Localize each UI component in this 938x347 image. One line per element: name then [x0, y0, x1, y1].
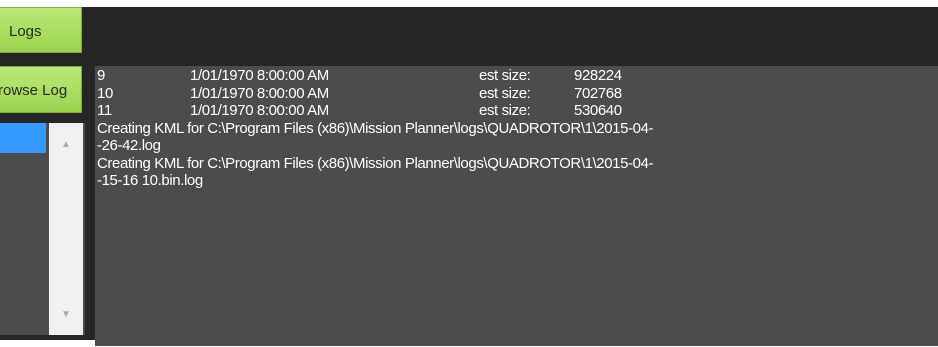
log-entry-id: 10: [97, 84, 113, 102]
logs-button[interactable]: Logs: [0, 7, 82, 53]
log-entry-date: 1/01/1970 8:00:00 AM: [190, 84, 329, 102]
log-entry: 9 1/01/1970 8:00:00 AM est size: 928224: [97, 67, 653, 85]
list-items-area[interactable]: [0, 155, 46, 333]
list-scrollbar[interactable]: ▲ ▼: [49, 123, 83, 335]
log-entry-size-label: est size:: [479, 67, 531, 84]
log-output-textbox[interactable]: 9 1/01/1970 8:00:00 AM est size: 928224 …: [95, 66, 938, 346]
log-entry-id: 9: [97, 67, 105, 84]
scroll-down-arrow-icon[interactable]: ▼: [49, 303, 83, 327]
log-entry-size-label: est size:: [479, 84, 531, 102]
log-message-line: Creating KML for C:\Program Files (x86)\…: [97, 154, 654, 172]
log-entry-size-label: est size:: [479, 102, 531, 119]
browse-log-button[interactable]: Browse Log: [0, 66, 82, 113]
log-message-line: -15-16 10.bin.log: [97, 172, 203, 189]
log-output-text: 9 1/01/1970 8:00:00 AM est size: 928224 …: [97, 67, 654, 190]
log-entry-size: 928224: [574, 67, 622, 84]
top-toolbar: [0, 7, 938, 59]
log-entry-size: 530640: [574, 102, 622, 119]
log-message-line: -26-42.log: [97, 137, 161, 154]
browse-log-button-label: Browse Log: [0, 82, 68, 99]
log-entry: 10 1/01/1970 8:00:00 AM est size: 702768: [97, 85, 653, 103]
log-entry: 11 1/01/1970 8:00:00 AM est size: 530640: [97, 102, 653, 120]
log-entry-date: 1/01/1970 8:00:00 AM: [190, 102, 329, 119]
log-entry-date: 1/01/1970 8:00:00 AM: [190, 67, 329, 84]
list-item-selected[interactable]: [0, 123, 46, 153]
app-frame: Logs Browse Log ▲ ▼ 9 1/01/1970 8:00:00 …: [0, 0, 938, 347]
log-entry-size: 702768: [574, 84, 622, 102]
log-message-line: Creating KML for C:\Program Files (x86)\…: [97, 119, 654, 137]
log-entry-id: 11: [97, 102, 112, 119]
scroll-up-arrow-icon[interactable]: ▲: [49, 133, 83, 157]
